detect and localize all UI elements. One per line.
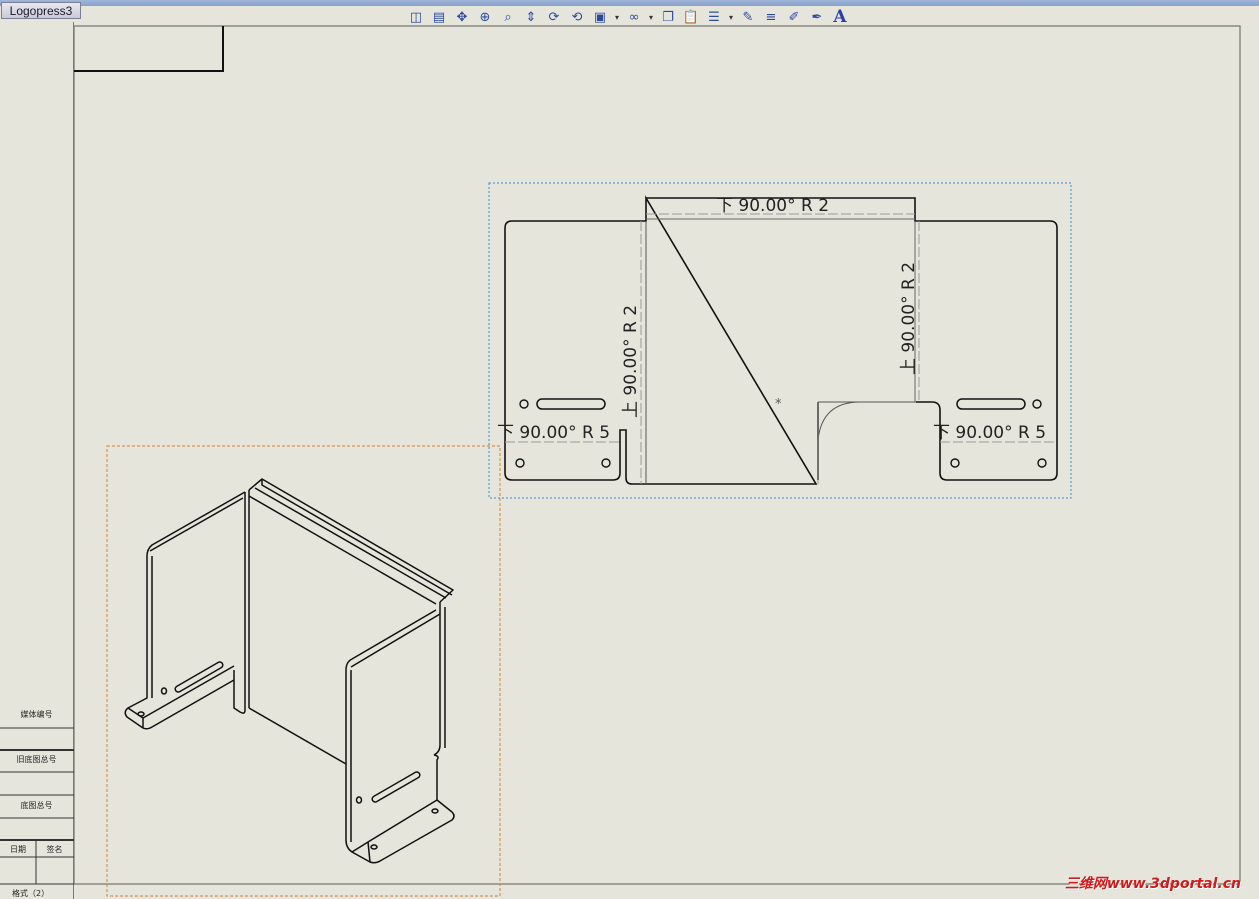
line-thickness-icon[interactable]: ≡ xyxy=(761,8,781,26)
isometric-view[interactable] xyxy=(106,445,501,897)
bend-note-right-vertical: 上 90.00° R 2 xyxy=(899,262,919,375)
sheet-corner-box xyxy=(74,26,224,72)
watermark-text: 三维网www.3dportal.cn xyxy=(1064,876,1241,892)
chevron-down-icon[interactable]: ▾ xyxy=(727,8,735,26)
hole xyxy=(515,458,525,468)
drawing-sheet[interactable]: 下 90.00° R 2 上 90.00° R 2 上 90.00° R 2 下… xyxy=(0,0,1259,899)
hole xyxy=(1032,399,1042,409)
sheet-border xyxy=(73,25,1241,885)
bend-note-bottom-left: 下 90.00° R 5 xyxy=(497,423,610,443)
bend-note-top: 下 90.00° R 2 xyxy=(716,196,829,216)
zoom-to-fit-icon[interactable]: ⊕ xyxy=(475,8,495,26)
line-format-icon[interactable]: ☰ xyxy=(704,8,724,26)
signature-label: 签名 xyxy=(46,845,63,854)
split-view-icon[interactable]: ◫ xyxy=(406,8,426,26)
bend-note-left-vertical: 上 90.00° R 2 xyxy=(621,305,641,418)
annotation-icon[interactable]: ✐ xyxy=(784,8,804,26)
hole xyxy=(519,399,529,409)
document-tab[interactable]: Logopress3 xyxy=(1,2,81,19)
chevron-down-icon[interactable]: ▾ xyxy=(647,8,655,26)
format-label: 格式（2） xyxy=(12,889,50,898)
hole xyxy=(1037,458,1047,468)
flat-pattern-selection-box xyxy=(488,182,1072,499)
chevron-down-icon[interactable]: ▾ xyxy=(613,8,621,26)
heads-up-toolbar: ◫ ▤ ✥ ⊕ ⌕ ⇕ ⟳ ⟲ ▣ ▾ ∞ ▾ ❐ 📋 ☰ ▾ ✎ ≡ ✐ ✒ … xyxy=(406,7,850,27)
text-font-icon[interactable]: A xyxy=(830,7,850,27)
paste-icon[interactable]: 📋 xyxy=(681,8,701,26)
drawing-number-label: 底图总号 xyxy=(20,801,53,810)
view-orientation-icon[interactable]: ▣ xyxy=(590,8,610,26)
zoom-in-out-icon[interactable]: ⇕ xyxy=(521,8,541,26)
zoom-area-icon[interactable]: ⌕ xyxy=(498,8,518,26)
rotate-icon[interactable]: ⟳ xyxy=(544,8,564,26)
media-number-label: 媒体编号 xyxy=(20,710,53,719)
pen-icon[interactable]: ✒ xyxy=(807,8,827,26)
pan-icon[interactable]: ✥ xyxy=(452,8,472,26)
flat-pattern-view[interactable]: 下 90.00° R 2 上 90.00° R 2 上 90.00° R 2 下… xyxy=(488,182,1072,499)
slot-right xyxy=(956,398,1026,410)
copy-icon[interactable]: ❐ xyxy=(658,8,678,26)
isometric-selection-box xyxy=(106,445,501,897)
bend-note-bottom-right: 下 90.00° R 5 xyxy=(933,423,1046,443)
tile-view-icon[interactable]: ▤ xyxy=(429,8,449,26)
hole xyxy=(601,458,611,468)
hole xyxy=(950,458,960,468)
display-style-icon[interactable]: ∞ xyxy=(624,8,644,26)
old-drawing-number-label: 旧底图总号 xyxy=(16,755,57,764)
slot-left xyxy=(536,398,606,410)
line-style-icon[interactable]: ✎ xyxy=(738,8,758,26)
date-label: 日期 xyxy=(10,845,26,854)
center-mark: * xyxy=(775,397,782,412)
rotate-view-icon[interactable]: ⟲ xyxy=(567,8,587,26)
